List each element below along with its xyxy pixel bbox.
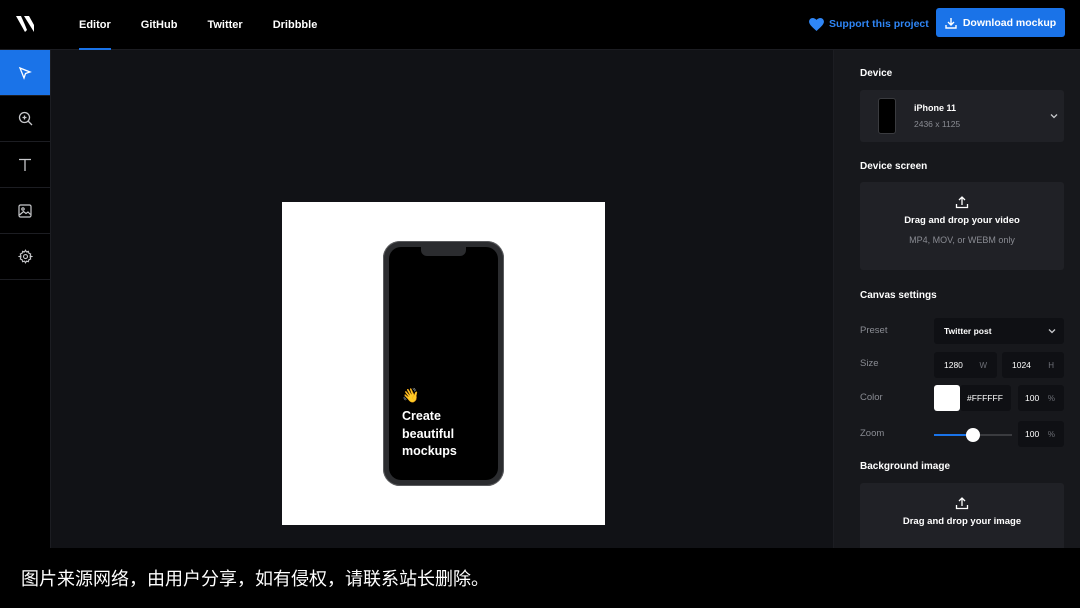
- artboard[interactable]: 👋 Create beautiful mockups: [282, 202, 605, 525]
- image-dropzone[interactable]: Drag and drop your image: [860, 483, 1064, 548]
- device-select[interactable]: iPhone 11 2436 x 1125: [860, 90, 1064, 142]
- nav-twitter[interactable]: Twitter: [192, 0, 257, 50]
- top-bar: Editor GitHub Twitter Dribbble Support t…: [0, 0, 1080, 50]
- canvas-area[interactable]: 👋 Create beautiful mockups: [51, 50, 833, 548]
- device-screen-title: Device screen: [860, 161, 928, 172]
- zoom-slider[interactable]: [934, 428, 1012, 442]
- cursor-icon: [18, 66, 32, 80]
- chevron-down-icon: [1048, 329, 1056, 334]
- preset-select[interactable]: Twitter post: [934, 318, 1064, 344]
- color-opacity-input[interactable]: 100 %: [1018, 385, 1064, 411]
- zoom-slider-thumb[interactable]: [966, 428, 980, 442]
- nav-editor[interactable]: Editor: [64, 0, 126, 50]
- phone-notch: [421, 247, 466, 256]
- upload-icon: [955, 497, 969, 510]
- height-input[interactable]: 1024 H: [1002, 352, 1064, 378]
- device-resolution: 2436 x 1125: [914, 119, 961, 129]
- color-hex-input[interactable]: #FFFFFF: [960, 385, 1011, 411]
- width-input[interactable]: 1280 W: [934, 352, 997, 378]
- logo-icon[interactable]: [15, 14, 35, 34]
- support-label: Support this project: [829, 18, 929, 30]
- mockup-text-line: beautiful: [402, 426, 455, 441]
- width-value: 1280: [944, 360, 963, 370]
- background-image-title: Background image: [860, 461, 951, 472]
- size-label: Size: [860, 358, 879, 369]
- settings-panel: Device iPhone 11 2436 x 1125 Device scre…: [833, 50, 1080, 548]
- mockup-text-line: mockups: [402, 444, 457, 458]
- settings-tool[interactable]: [0, 234, 50, 280]
- color-hex-value: #FFFFFF: [967, 393, 1003, 403]
- zoom-in-icon: [18, 111, 32, 126]
- device-thumbnail: [878, 98, 896, 134]
- upload-icon: [955, 196, 969, 209]
- color-label: Color: [860, 392, 883, 403]
- zoom-value: 100: [1025, 429, 1040, 439]
- height-unit: H: [1048, 360, 1054, 370]
- watermark-caption: 图片来源网络，由用户分享，如有侵权，请联系站长删除。: [0, 548, 1080, 608]
- download-icon: [945, 17, 957, 29]
- color-opacity-value: 100: [1025, 393, 1040, 403]
- preset-value: Twitter post: [944, 326, 992, 336]
- text-tool[interactable]: [0, 142, 50, 188]
- canvas-settings-title: Canvas settings: [860, 290, 937, 301]
- phone-screen: 👋 Create beautiful mockups: [389, 247, 498, 480]
- height-value: 1024: [1012, 360, 1031, 370]
- preset-label: Preset: [860, 325, 888, 336]
- gear-icon: [17, 249, 33, 264]
- zoom-input[interactable]: 100 %: [1018, 421, 1064, 447]
- opacity-unit: %: [1047, 393, 1055, 403]
- color-swatch[interactable]: [934, 385, 960, 411]
- main-nav: Editor GitHub Twitter Dribbble: [64, 0, 332, 50]
- device-name: iPhone 11: [914, 103, 957, 113]
- mockup-text-line: Create: [402, 409, 441, 423]
- iphone-mockup[interactable]: 👋 Create beautiful mockups: [383, 241, 504, 486]
- heart-icon: [809, 17, 824, 31]
- select-tool[interactable]: [0, 50, 50, 96]
- waving-hand-emoji: 👋: [402, 387, 420, 403]
- device-title: Device: [860, 68, 893, 79]
- image-dropzone-label: Drag and drop your image: [902, 516, 1022, 527]
- video-dropzone[interactable]: Drag and drop your video MP4, MOV, or WE…: [860, 182, 1064, 270]
- width-unit: W: [979, 360, 987, 370]
- nav-github[interactable]: GitHub: [126, 0, 193, 50]
- image-icon: [18, 203, 32, 218]
- video-dropzone-hint: MP4, MOV, or WEBM only: [909, 235, 1015, 245]
- left-toolbar: [0, 50, 51, 548]
- chevron-down-icon: [1050, 114, 1058, 119]
- zoom-tool[interactable]: [0, 96, 50, 142]
- download-button[interactable]: Download mockup: [936, 8, 1065, 37]
- nav-dribbble[interactable]: Dribbble: [258, 0, 333, 50]
- video-dropzone-label: Drag and drop your video: [904, 215, 1020, 226]
- download-label: Download mockup: [962, 16, 1057, 29]
- zoom-unit: %: [1047, 429, 1055, 439]
- mockup-text[interactable]: Create beautiful mockups: [402, 408, 492, 461]
- zoom-label: Zoom: [860, 428, 885, 439]
- support-link[interactable]: Support this project: [809, 15, 929, 33]
- text-icon: [19, 158, 31, 171]
- image-tool[interactable]: [0, 188, 50, 234]
